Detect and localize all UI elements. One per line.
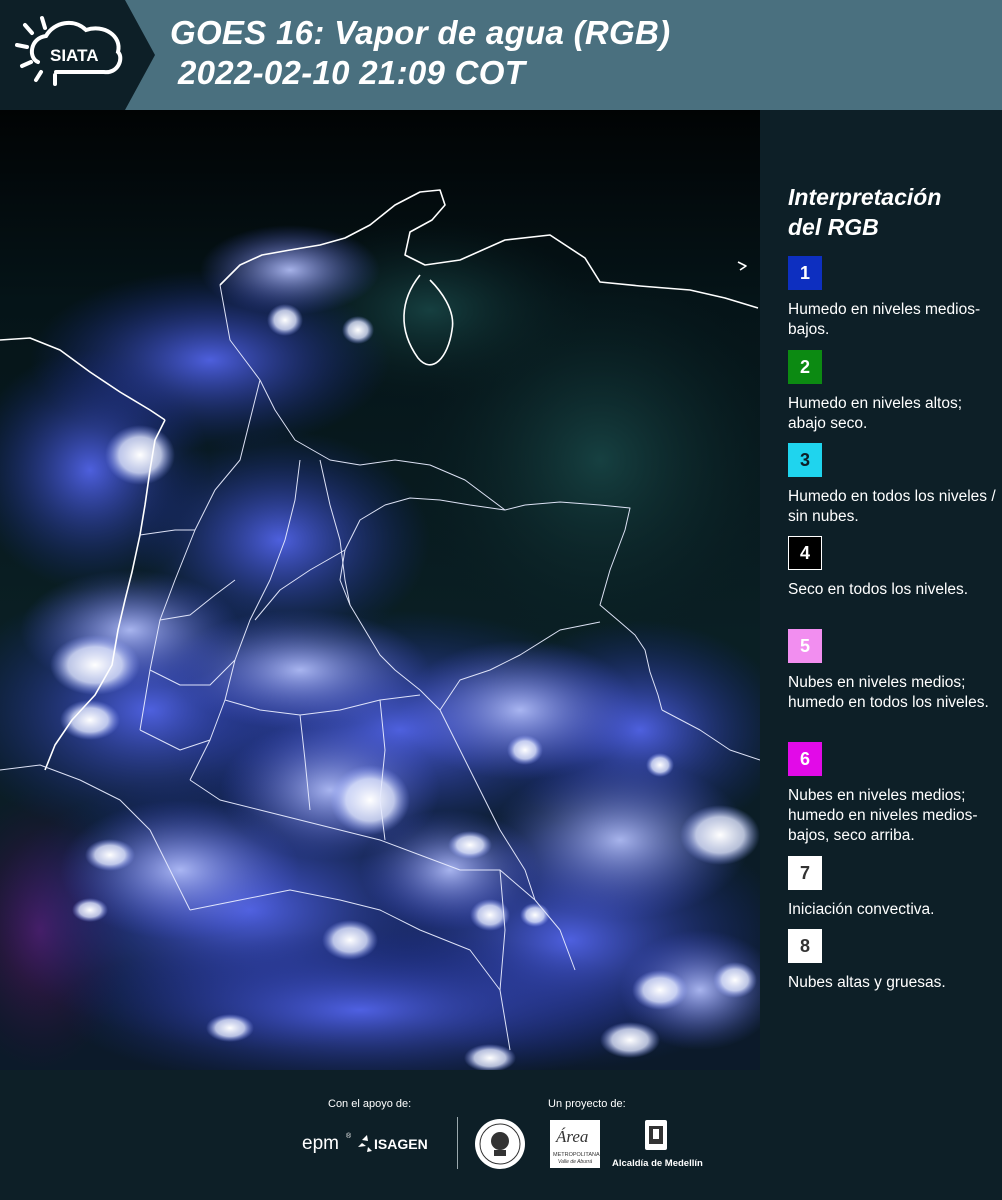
legend-swatch-2: 2 xyxy=(788,350,822,384)
legend-title-line1: Interpretación xyxy=(788,184,942,210)
legend-item-6: 6 Nubes en niveles medios; humedo en niv… xyxy=(788,742,998,846)
page-timestamp: 2022-02-10 21:09 COT xyxy=(178,54,526,91)
legend-swatch-8: 8 xyxy=(788,929,822,963)
legend-swatch-4: 4 xyxy=(788,536,822,570)
legend-swatch-3: 3 xyxy=(788,443,822,477)
legend-swatch-7: 7 xyxy=(788,856,822,890)
legend-title-line2: del RGB xyxy=(788,214,879,240)
svg-text:SIATA: SIATA xyxy=(50,46,98,65)
satellite-imagery xyxy=(0,110,760,1070)
legend-title: Interpretación del RGB xyxy=(788,182,998,242)
header-bar: SIATA GOES 16: Vapor de agua (RGB) 2022-… xyxy=(0,0,1002,110)
legend-text-3: Humedo en todos los niveles / sin nubes. xyxy=(788,488,996,525)
alcaldia-logo-text: Alcaldía de Medellín xyxy=(612,1158,703,1169)
page-title: GOES 16: Vapor de agua (RGB) xyxy=(170,14,671,51)
university-seal-icon xyxy=(475,1119,525,1169)
legend-text-2: Humedo en niveles altos; abajo seco. xyxy=(788,395,963,432)
project-label: Un proyecto de: xyxy=(548,1098,626,1110)
footer: Con el apoyo de: Un proyecto de: epm ® I… xyxy=(0,1070,1002,1200)
legend-item-4: 4 Seco en todos los niveles. xyxy=(788,536,998,600)
legend-item-8: 8 Nubes altas y gruesas. xyxy=(788,929,998,993)
legend-swatch-5: 5 xyxy=(788,629,822,663)
legend-text-7: Iniciación convectiva. xyxy=(788,901,935,918)
legend-item-7: 7 Iniciación convectiva. xyxy=(788,856,998,920)
legend-text-5: Nubes en niveles medios; humedo en todos… xyxy=(788,674,989,711)
isagen-icon xyxy=(358,1135,372,1152)
svg-text:®: ® xyxy=(346,1132,352,1140)
legend-swatch-1: 1 xyxy=(788,256,822,290)
legend-item-1: 1 Humedo en niveles medios-bajos. xyxy=(788,256,998,340)
svg-text:METROPOLITANA: METROPOLITANA xyxy=(553,1152,600,1158)
medellin-shield-icon xyxy=(645,1120,667,1150)
support-label: Con el apoyo de: xyxy=(328,1098,412,1110)
siata-logo: SIATA xyxy=(0,0,155,110)
legend-item-2: 2 Humedo en niveles altos; abajo seco. xyxy=(788,350,998,434)
legend-text-1: Humedo en niveles medios-bajos. xyxy=(788,301,981,338)
isagen-logo: ISAGEN xyxy=(374,1136,428,1152)
svg-text:Área: Área xyxy=(555,1127,588,1146)
epm-logo: epm xyxy=(302,1133,339,1154)
legend-swatch-6: 6 xyxy=(788,742,822,776)
svg-text:Valle de Aburrá: Valle de Aburrá xyxy=(558,1159,592,1165)
satellite-map[interactable] xyxy=(0,110,760,1070)
legend-panel: Interpretación del RGB 1 Humedo en nivel… xyxy=(760,110,1002,1070)
footer-divider xyxy=(457,1117,458,1169)
legend-text-8: Nubes altas y gruesas. xyxy=(788,974,946,991)
legend-item-3: 3 Humedo en todos los niveles / sin nube… xyxy=(788,443,998,527)
legend-text-6: Nubes en niveles medios; humedo en nivel… xyxy=(788,787,978,844)
sponsor-logos: epm ® ISAGEN xyxy=(302,1132,428,1154)
legend-item-5: 5 Nubes en niveles medios; humedo en tod… xyxy=(788,629,998,713)
area-metropolitana-logo: Área METROPOLITANA Valle de Aburrá xyxy=(550,1120,600,1168)
legend-text-4: Seco en todos los niveles. xyxy=(788,581,969,598)
project-logos: Área METROPOLITANA Valle de Aburrá Alcal… xyxy=(475,1119,703,1169)
